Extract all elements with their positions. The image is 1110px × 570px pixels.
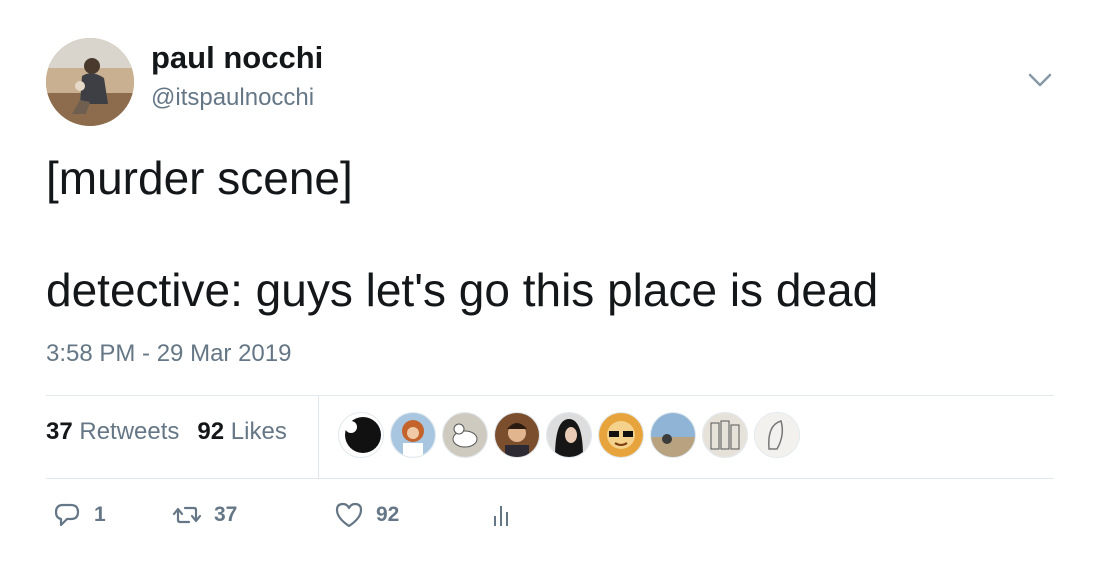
liker-avatar-4[interactable] — [494, 412, 540, 458]
divider-top — [46, 395, 1054, 396]
likes-count: 92 — [197, 418, 225, 445]
reply-button[interactable]: 1 — [52, 500, 172, 530]
retweets-count: 37 — [46, 418, 73, 445]
liker-avatar-2[interactable] — [390, 412, 436, 458]
liker-avatar-6[interactable] — [598, 412, 644, 458]
liker-avatar-3[interactable] — [442, 412, 488, 458]
liker-avatar-8[interactable] — [702, 412, 748, 458]
retweets-label: Retweets — [79, 418, 180, 445]
retweet-icon — [172, 506, 202, 524]
likes-stat[interactable]: 92 Likes — [197, 418, 286, 446]
stats-separator — [318, 396, 319, 478]
like-count: 92 — [376, 503, 400, 526]
like-button[interactable]: 92 — [334, 500, 486, 530]
tweet-timestamp[interactable]: 3:58 PM - 29 Mar 2019 — [46, 340, 291, 368]
author-avatar[interactable] — [46, 38, 134, 126]
retweets-stat[interactable]: 37 Retweets — [46, 418, 179, 446]
liker-avatar-5[interactable] — [546, 412, 592, 458]
tweet-text: [murder scene] detective: guys let's go … — [46, 152, 879, 316]
analytics-icon — [494, 506, 508, 526]
retweet-button[interactable]: 37 — [172, 500, 334, 530]
liker-avatars — [338, 412, 806, 458]
author-handle[interactable]: @itspaulnocchi — [151, 84, 314, 112]
reply-count: 1 — [94, 503, 106, 526]
heart-icon — [335, 502, 363, 528]
analytics-button[interactable] — [486, 500, 528, 530]
tweet-stats: 37 Retweets 92 Likes — [46, 418, 287, 446]
tweet-actions: 1 37 92 — [52, 500, 528, 530]
reply-icon — [54, 503, 80, 527]
chevron-down-icon[interactable] — [1024, 66, 1056, 94]
author-name[interactable]: paul nocchi — [151, 40, 323, 76]
liker-avatar-1[interactable] — [338, 412, 384, 458]
retweet-count: 37 — [214, 503, 238, 526]
liker-avatar-9[interactable] — [754, 412, 800, 458]
liker-avatar-7[interactable] — [650, 412, 696, 458]
likes-label: Likes — [230, 418, 287, 445]
divider-bottom — [46, 478, 1054, 479]
